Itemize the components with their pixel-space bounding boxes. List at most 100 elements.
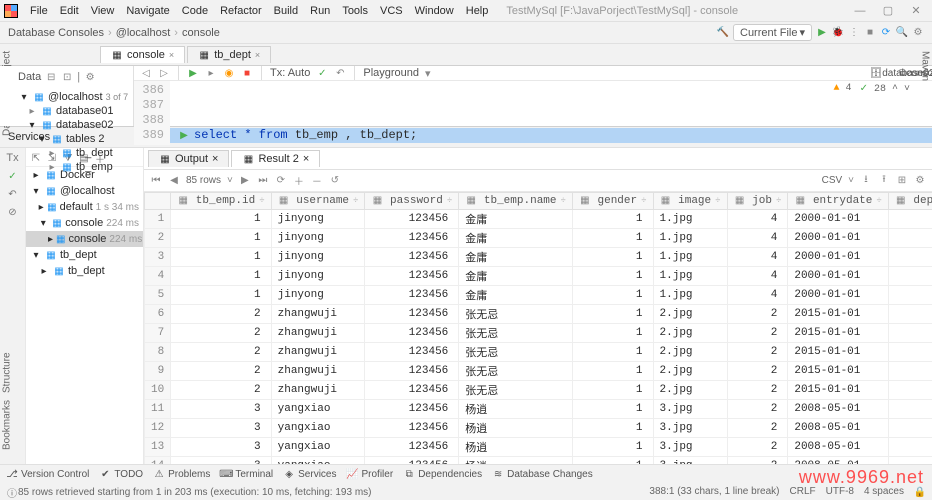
maximize-button[interactable]: ▢ (876, 2, 900, 20)
table-row[interactable]: 92zhangwuji123456张无忌12.jpg22015-01-01220… (145, 362, 932, 381)
maven-tool-button[interactable]: Maven (918, 46, 932, 86)
commit-icon[interactable]: ✓ (316, 67, 328, 79)
menu-window[interactable]: Window (409, 3, 460, 19)
rollback-icon[interactable]: ↶ (334, 67, 346, 79)
structure-tool-button[interactable]: Structure (0, 350, 14, 396)
breadcrumb-leaf[interactable]: console (182, 27, 220, 39)
table-row[interactable]: 31jinyong123456金庸11.jpg42000-01-0122024-… (145, 248, 932, 267)
col-tb_emp-name[interactable]: ▦ tb_emp.name÷ (459, 193, 573, 210)
editor-area[interactable]: ▶select * from tb_emp , tb_dept; (170, 81, 932, 145)
tx-mode-selector[interactable]: Tx: Auto (270, 67, 310, 79)
menu-code[interactable]: Code (176, 3, 214, 19)
execute-plan-icon[interactable]: ▸ (205, 67, 217, 79)
export-format-selector[interactable]: CSV (822, 175, 843, 187)
table-row[interactable]: 21jinyong123456金庸11.jpg42000-01-0122024-… (145, 229, 932, 248)
revert-icon[interactable]: ↺ (329, 175, 341, 187)
update-icon[interactable]: ⟳ (880, 27, 892, 39)
menu-vcs[interactable]: VCS (374, 3, 409, 19)
tab-tb_dept[interactable]: ▦tb_dept× (187, 46, 271, 63)
tree-node-@localhost[interactable]: ▾▦@localhost 3 of 7 (18, 90, 129, 104)
tool-todo[interactable]: ✔TODO (99, 469, 143, 481)
col-entrydate[interactable]: ▦ entrydate÷ (788, 193, 888, 210)
nav-back-icon[interactable]: ◁ (140, 67, 152, 79)
col-gender[interactable]: ▦ gender÷ (572, 193, 653, 210)
collapse-icon[interactable]: ⊟ (45, 71, 57, 83)
breadcrumb-root[interactable]: Database Consoles (8, 27, 104, 39)
tree-node-database01[interactable]: ▸▦database01 (18, 104, 129, 118)
run-button[interactable]: ▶ (816, 27, 828, 39)
stop-icon[interactable]: ■ (241, 67, 253, 79)
expand-icon[interactable]: ⊡ (61, 71, 73, 83)
view-settings-icon[interactable]: ⚙ (914, 175, 926, 187)
menu-file[interactable]: File (24, 3, 54, 19)
tool-problems[interactable]: ⚠Problems (153, 469, 210, 481)
menu-run[interactable]: Run (304, 3, 336, 19)
table-row[interactable]: 72zhangwuji123456张无忌12.jpg22015-01-01220… (145, 324, 932, 343)
settings-icon[interactable]: ⚙ (84, 71, 96, 83)
col-job[interactable]: ▦ job÷ (727, 193, 788, 210)
close-icon[interactable]: × (169, 50, 174, 60)
menu-edit[interactable]: Edit (54, 3, 85, 19)
table-row[interactable]: 82zhangwuji123456张无忌12.jpg22015-01-01220… (145, 343, 932, 362)
bookmarks-tool-button[interactable]: Bookmarks (0, 400, 14, 450)
tool-database-changes[interactable]: ≋Database Changes (492, 469, 593, 481)
prev-page-icon[interactable]: ◀ (168, 175, 180, 187)
result-tab-Output[interactable]: ▦Output× (148, 150, 229, 167)
settings-icon[interactable]: ⚙ (912, 27, 924, 39)
more-run-icon[interactable]: ⋮ (848, 27, 860, 39)
caret-position[interactable]: 388:1 (33 chars, 1 line break) (649, 486, 779, 498)
close-icon[interactable]: × (255, 50, 260, 60)
service-node-console[interactable]: ▾▦console 224 ms (26, 215, 143, 231)
tool-dependencies[interactable]: ⧉Dependencies (403, 469, 482, 481)
pivot-icon[interactable]: ⊞ (896, 175, 908, 187)
col-dept_id[interactable]: ▦ dept_id÷ (888, 193, 932, 210)
service-node-console[interactable]: ▸▦console 224 ms (26, 231, 143, 247)
debug-button[interactable]: 🐞 (832, 27, 844, 39)
tool-terminal[interactable]: ⌨Terminal (220, 469, 273, 481)
result-grid[interactable]: ▦ tb_emp.id÷▦ username÷▦ password÷▦ tb_e… (144, 192, 932, 492)
tab-console[interactable]: ▦console× (100, 46, 185, 63)
service-node-tb_dept[interactable]: ▸▦tb_dept (26, 263, 143, 279)
col-password[interactable]: ▦ password÷ (365, 193, 459, 210)
minimize-button[interactable]: — (848, 2, 872, 20)
table-row[interactable]: 51jinyong123456金庸11.jpg42000-01-0122024-… (145, 286, 932, 305)
rollback-icon[interactable]: ↶ (7, 188, 19, 200)
breadcrumb-item[interactable]: @localhost (116, 27, 171, 39)
service-node-default[interactable]: ▸▦default 1 s 34 ms (26, 199, 143, 215)
tree-node-tb_emp[interactable]: ▸▦tb_emp (18, 160, 129, 174)
menu-help[interactable]: Help (460, 3, 495, 19)
tool-version-control[interactable]: ⎇Version Control (6, 469, 89, 481)
service-node-@localhost[interactable]: ▾▦@localhost (26, 183, 143, 199)
next-page-icon[interactable]: ▶ (239, 175, 251, 187)
table-row[interactable]: 113yangxiao123456杨逍13.jpg22008-05-012202… (145, 400, 932, 419)
menu-view[interactable]: View (85, 3, 121, 19)
last-page-icon[interactable]: ⏭ (257, 175, 269, 187)
table-row[interactable]: 133yangxiao123456杨逍13.jpg22008-05-012202… (145, 438, 932, 457)
menu-refactor[interactable]: Refactor (214, 3, 268, 19)
table-row[interactable]: 102zhangwuji123456张无忌12.jpg22015-01-0122… (145, 381, 932, 400)
service-node-tb_dept[interactable]: ▾▦tb_dept (26, 247, 143, 263)
table-row[interactable]: 11jinyong123456金庸11.jpg42000-01-0122024-… (145, 210, 932, 229)
table-row[interactable]: 41jinyong123456金庸11.jpg42000-01-0122024-… (145, 267, 932, 286)
warnings-badge[interactable]: ▲ 4 (834, 83, 852, 95)
menu-build[interactable]: Build (268, 3, 304, 19)
close-button[interactable]: ✕ (904, 2, 928, 20)
rows-count-selector[interactable]: 85 rows (186, 175, 221, 186)
nav-fwd-icon[interactable]: ▷ (158, 67, 170, 79)
hammer-icon[interactable]: 🔨 (717, 27, 729, 39)
run-config-selector[interactable]: Current File ▾ (733, 24, 812, 41)
menu-tools[interactable]: Tools (336, 3, 374, 19)
col-image[interactable]: ▦ image÷ (653, 193, 727, 210)
remove-row-icon[interactable]: － (311, 175, 323, 187)
result-tab-Result-2[interactable]: ▦Result 2× (231, 150, 320, 167)
add-row-icon[interactable]: ＋ (293, 175, 305, 187)
first-page-icon[interactable]: ⏮ (150, 175, 162, 187)
col-username[interactable]: ▦ username÷ (271, 193, 365, 210)
import-icon[interactable]: ⭱ (878, 175, 890, 187)
weak-warnings-badge[interactable]: ✓ 28 ^ ˅ (860, 83, 910, 95)
cancel-icon[interactable]: ⊘ (7, 206, 19, 218)
playground-selector[interactable]: Playground (363, 67, 419, 79)
execute-button[interactable]: ▶ (187, 67, 199, 79)
tool-profiler[interactable]: 📈Profiler (347, 469, 394, 481)
tree-node-database02[interactable]: ▾▦database02 (18, 118, 129, 132)
